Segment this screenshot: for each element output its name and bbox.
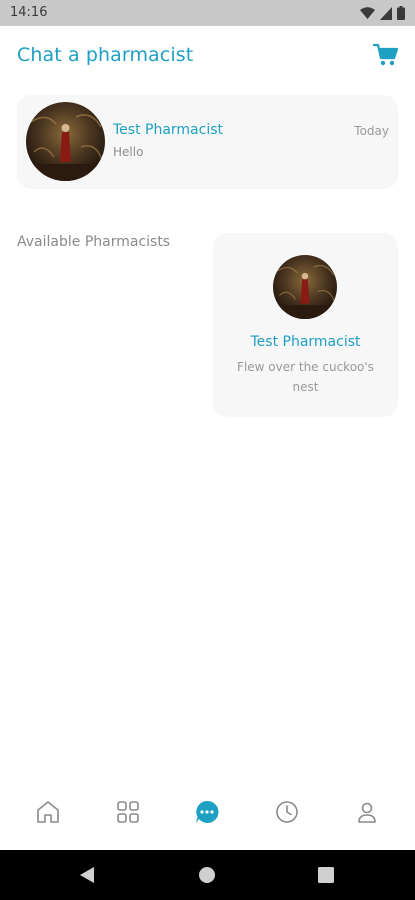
status-time: 14:16	[10, 5, 48, 20]
system-back-button[interactable]	[78, 865, 96, 889]
nav-profile[interactable]	[347, 792, 387, 832]
chat-icon	[196, 800, 219, 823]
chat-last-message: Hello	[113, 145, 144, 159]
signal-icon	[380, 6, 392, 20]
pharmacist-description: Flew over the cuckoo's nest	[237, 360, 374, 394]
home-icon	[37, 801, 59, 823]
page-title: Chat a pharmacist	[17, 44, 194, 66]
pharmacist-name: Test Pharmacist	[250, 334, 361, 350]
section-title: Available Pharmacists	[17, 234, 171, 250]
chat-name: Test Pharmacist	[113, 122, 224, 138]
avatar	[273, 255, 337, 319]
nav-home[interactable]	[28, 792, 68, 832]
system-recents-button[interactable]	[318, 867, 334, 887]
chat-timestamp: Today	[354, 124, 389, 138]
grid-icon	[116, 801, 139, 823]
cart-button[interactable]	[372, 42, 399, 68]
nav-history[interactable]	[267, 792, 307, 832]
cart-icon	[372, 43, 399, 66]
battery-icon	[397, 6, 405, 20]
system-navigation-bar	[0, 850, 415, 900]
app-header: Chat a pharmacist	[0, 26, 415, 86]
nav-chat[interactable]	[187, 792, 227, 832]
status-bar: 14:16	[0, 0, 415, 26]
pharmacist-card[interactable]: Test Pharmacist Flew over the cuckoo's n…	[213, 233, 398, 417]
recents-icon	[318, 867, 334, 883]
status-icons	[360, 6, 405, 20]
home-circle-icon	[199, 867, 215, 883]
back-icon	[80, 867, 94, 883]
avatar	[26, 102, 105, 181]
wifi-icon	[360, 6, 375, 19]
system-home-button[interactable]	[198, 866, 216, 888]
chat-list-item[interactable]: Test Pharmacist Hello Today	[17, 95, 398, 189]
profile-icon	[358, 802, 376, 823]
clock-icon	[276, 801, 299, 823]
bottom-navigation	[0, 788, 415, 836]
nav-categories[interactable]	[108, 792, 148, 832]
